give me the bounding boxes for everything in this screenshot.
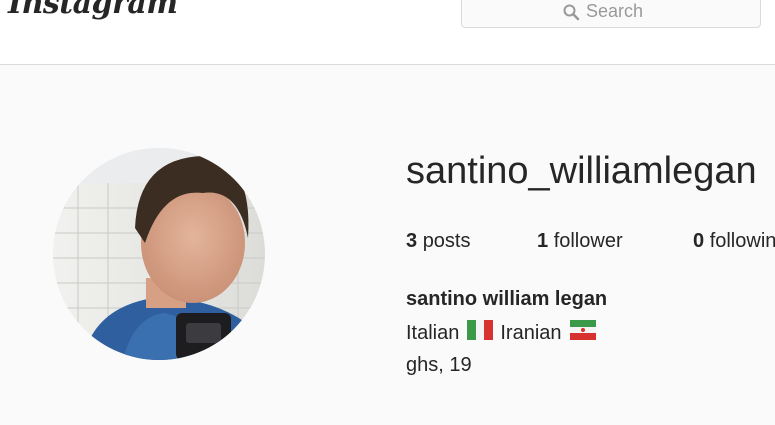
following-label: following: [709, 230, 775, 252]
search-input[interactable]: Search: [461, 0, 761, 28]
search-placeholder: Search: [586, 1, 644, 21]
posts-label: posts: [422, 230, 471, 252]
followers-label: follower: [553, 230, 623, 252]
top-nav-bar: Instagram Search: [0, 0, 775, 65]
instagram-logo[interactable]: Instagram: [8, 0, 178, 21]
bio-line-2: ghs, 19: [406, 354, 472, 376]
following-link[interactable]: 0 following: [693, 230, 775, 253]
followers-number: 1: [537, 230, 549, 252]
italy-flag-icon: [467, 320, 494, 346]
posts-count: 3 posts: [406, 230, 471, 253]
posts-number: 3: [406, 230, 418, 252]
bio-line-1: Italian Iranian: [406, 320, 596, 346]
bio-text-italian: Italian: [406, 321, 460, 344]
bio-text-iranian: Iranian: [500, 321, 562, 344]
profile-photo[interactable]: [53, 148, 265, 360]
followers-link[interactable]: 1 follower: [537, 230, 623, 253]
iran-flag-icon: [569, 320, 596, 346]
profile-stats: 3 posts 1 follower 0 following: [406, 230, 775, 260]
following-number: 0: [693, 230, 705, 252]
profile-full-name: santino william legan: [406, 288, 608, 310]
profile-username: santino_williamlegan: [406, 150, 757, 192]
search-icon: [562, 3, 580, 21]
